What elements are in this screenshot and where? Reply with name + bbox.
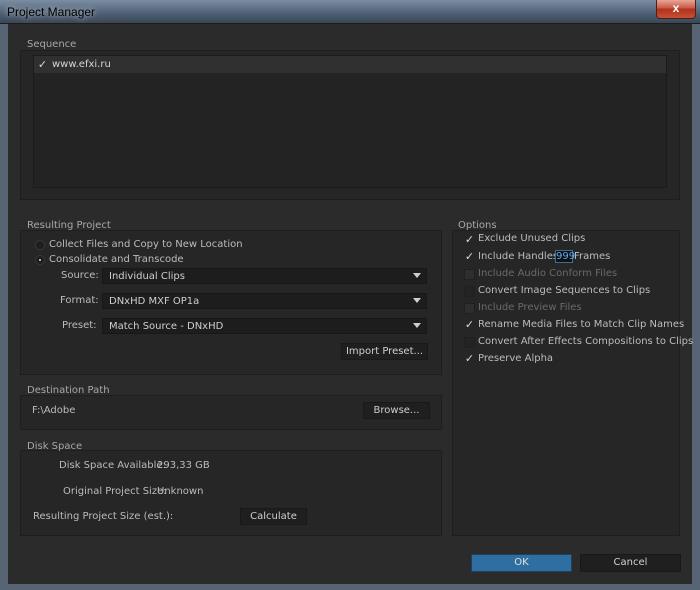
format-select[interactable]: DNxHD MXF OP1a xyxy=(102,293,427,309)
disk-space-available-value: 293,33 GB xyxy=(157,460,210,471)
exclude-unused-clips-label[interactable]: Exclude Unused Clips xyxy=(478,233,585,244)
window-frame-left xyxy=(0,24,8,590)
preset-label: Preset: xyxy=(62,320,97,331)
destination-path-label: Destination Path xyxy=(27,385,110,396)
check-icon[interactable]: ✓ xyxy=(37,59,48,70)
include-audio-conform-label[interactable]: Include Audio Conform Files xyxy=(478,268,617,279)
window-frame-right xyxy=(692,24,700,590)
format-label: Format: xyxy=(60,295,99,306)
chevron-down-icon xyxy=(413,323,421,328)
window-title: Project Manager xyxy=(7,5,96,19)
original-project-size-value: Unknown xyxy=(157,486,204,497)
check-icon[interactable]: ✓ xyxy=(464,319,475,330)
include-preview-checkbox[interactable] xyxy=(464,303,475,314)
title-bar[interactable]: Project Manager x xyxy=(0,0,700,24)
source-label: Source: xyxy=(61,270,99,281)
check-icon[interactable]: ✓ xyxy=(464,234,475,245)
convert-ae-compositions-checkbox[interactable] xyxy=(464,337,475,348)
sequence-list[interactable]: ✓ www.efxi.ru xyxy=(33,55,667,188)
convert-image-sequences-label[interactable]: Convert Image Sequences to Clips xyxy=(478,285,650,296)
sequence-item-name: www.efxi.ru xyxy=(52,59,111,70)
handles-input[interactable]: 999 xyxy=(555,250,575,263)
collect-files-radio[interactable] xyxy=(35,240,45,250)
collect-files-label[interactable]: Collect Files and Copy to New Location xyxy=(49,239,243,250)
ok-button[interactable]: OK xyxy=(471,554,572,572)
frames-label: Frames xyxy=(574,251,611,262)
preserve-alpha-label[interactable]: Preserve Alpha xyxy=(478,353,553,364)
options-label: Options xyxy=(458,220,497,231)
check-icon[interactable]: ✓ xyxy=(464,251,475,262)
calculate-button[interactable]: Calculate xyxy=(240,508,307,525)
list-item[interactable]: ✓ www.efxi.ru xyxy=(34,56,666,73)
cancel-button[interactable]: Cancel xyxy=(580,554,681,572)
chevron-down-icon xyxy=(413,273,421,278)
import-preset-button[interactable]: Import Preset... xyxy=(341,343,428,360)
destination-path-value: F:\Adobe xyxy=(32,405,76,416)
convert-image-sequences-checkbox[interactable] xyxy=(464,286,475,297)
consolidate-label[interactable]: Consolidate and Transcode xyxy=(49,254,184,265)
convert-ae-compositions-label[interactable]: Convert After Effects Compositions to Cl… xyxy=(478,336,693,347)
format-value: DNxHD MXF OP1a xyxy=(109,296,200,307)
resulting-project-size-label: Resulting Project Size (est.): xyxy=(33,511,174,522)
browse-button[interactable]: Browse... xyxy=(363,402,430,419)
window-frame-bottom xyxy=(0,584,700,590)
original-project-size-label: Original Project Size: xyxy=(63,486,167,497)
check-icon[interactable]: ✓ xyxy=(464,353,475,364)
close-icon: x xyxy=(672,1,680,15)
include-preview-label[interactable]: Include Preview Files xyxy=(478,302,582,313)
source-select[interactable]: Individual Clips xyxy=(102,268,427,284)
sequence-group-label: Sequence xyxy=(27,39,77,50)
source-value: Individual Clips xyxy=(109,271,185,282)
disk-space-available-label: Disk Space Available: xyxy=(59,460,166,471)
consolidate-radio[interactable] xyxy=(35,255,45,265)
include-handles-label[interactable]: Include Handles: xyxy=(478,251,561,262)
preset-select[interactable]: Match Source - DNxHD xyxy=(102,318,427,334)
rename-media-files-label[interactable]: Rename Media Files to Match Clip Names xyxy=(478,319,684,330)
disk-space-label: Disk Space xyxy=(27,441,83,452)
close-button[interactable]: x xyxy=(656,0,696,19)
chevron-down-icon xyxy=(413,298,421,303)
resulting-project-label: Resulting Project xyxy=(27,220,111,231)
include-audio-conform-checkbox[interactable] xyxy=(464,269,475,280)
preset-value: Match Source - DNxHD xyxy=(109,321,224,332)
